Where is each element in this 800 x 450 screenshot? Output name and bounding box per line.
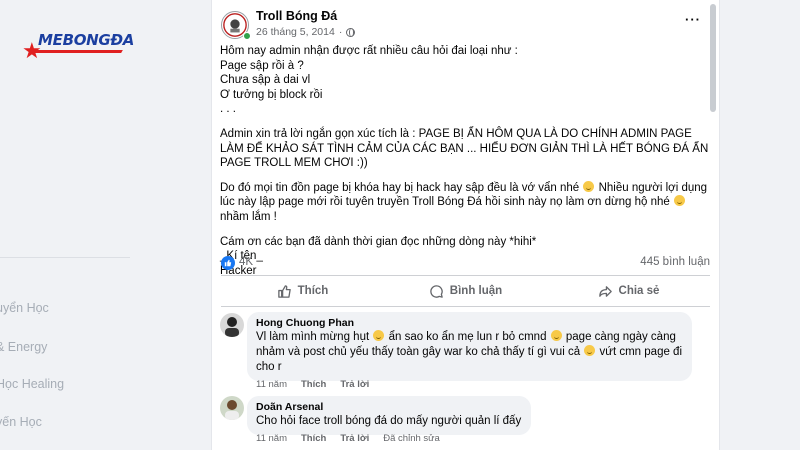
- post-paragraph: Hôm nay admin nhận được rất nhiều câu hỏ…: [220, 45, 518, 116]
- meta-separator: ·: [338, 26, 343, 38]
- sidebar-item[interactable]: Học Healing: [0, 377, 64, 391]
- post-text: nhầm lắm !: [220, 210, 277, 223]
- comment-actions: 11 năm Thích Trả lời: [256, 379, 369, 390]
- comment-reply-button[interactable]: Trả lời: [340, 433, 369, 444]
- comment-bubble: Hong Chuong Phan Vl làm mình mừng hụt ẩn…: [247, 312, 692, 381]
- page-name-link[interactable]: Troll Bóng Đá: [256, 9, 337, 23]
- post-date-link[interactable]: 26 tháng 5, 2014: [256, 26, 335, 38]
- post-actions: Thích Bình luận Chia sẻ: [221, 277, 710, 305]
- share-icon: [598, 285, 612, 297]
- comment-actions: 11 năm Thích Trả lời Đã chỉnh sửa: [256, 433, 440, 444]
- commenter-name-link[interactable]: Hong Chuong Phan: [256, 316, 682, 330]
- grinning-emoji-icon: [583, 180, 595, 192]
- site-logo: ★ MEBONGĐA: [22, 28, 142, 64]
- post-paragraph: Do đó mọi tin đồn page bị khóa hay bị ha…: [220, 180, 715, 225]
- comment-bubble: Doãn Arsenal Cho hỏi face troll bóng đá …: [247, 396, 532, 435]
- comment-reply-button[interactable]: Trả lời: [340, 379, 369, 390]
- comment-time[interactable]: 11 năm: [256, 379, 287, 390]
- wink-emoji-icon: [674, 195, 686, 207]
- comment-icon: [430, 284, 443, 298]
- divider: [221, 306, 710, 307]
- logo-swoosh: [31, 50, 123, 53]
- comment-label: Bình luận: [449, 285, 503, 297]
- share-label: Chia sẻ: [618, 285, 660, 297]
- comment-count-link[interactable]: 445 bình luận: [640, 256, 710, 268]
- sidebar-item[interactable]: yến Học: [0, 415, 42, 429]
- online-status-dot: [243, 32, 251, 40]
- comment-text-part: ẩn sao ko ẩn mẹ lun r bỏ cmnd: [388, 331, 547, 343]
- more-options-button[interactable]: ···: [685, 12, 701, 27]
- smile-emoji-icon: [373, 330, 385, 341]
- smile-emoji-icon: [550, 330, 562, 341]
- sidebar-item[interactable]: & Energy: [0, 340, 47, 354]
- comment-text-part: Vl làm mình mừng hụt: [256, 331, 370, 343]
- post-text: Do đó mọi tin đồn page bị khóa hay bị ha…: [220, 181, 580, 194]
- like-reaction-icon[interactable]: [221, 256, 235, 270]
- divider: [221, 275, 710, 276]
- comment-like-button[interactable]: Thích: [301, 379, 326, 390]
- like-label: Thích: [297, 285, 329, 297]
- post-card: Troll Bóng Đá 26 tháng 5, 2014 · ··· Hôm…: [211, 0, 720, 450]
- logo-text: MEBONGĐA: [38, 31, 135, 49]
- sidebar-item[interactable]: uyển Học: [0, 301, 49, 315]
- thumbs-up-icon: [277, 284, 291, 298]
- edited-label: Đã chỉnh sửa: [383, 433, 440, 444]
- globe-icon: [346, 27, 356, 37]
- comment-button[interactable]: Bình luận: [384, 277, 547, 305]
- comment-text: Vl làm mình mừng hụt ẩn sao ko ẩn mẹ lun…: [256, 330, 682, 375]
- post-body: Hôm nay admin nhận được rất nhiều câu hỏ…: [220, 44, 715, 278]
- comment-like-button[interactable]: Thích: [301, 433, 326, 444]
- commenter-avatar[interactable]: [220, 313, 244, 337]
- post-meta: 26 tháng 5, 2014 ·: [256, 26, 356, 38]
- commenter-name-link[interactable]: Doãn Arsenal: [256, 400, 521, 414]
- commenter-avatar[interactable]: [220, 396, 244, 420]
- smile-emoji-icon: [584, 345, 596, 356]
- reaction-count[interactable]: 4K: [239, 256, 253, 268]
- post-stats: 4K 445 bình luận: [221, 256, 710, 272]
- comment-time[interactable]: 11 năm: [256, 433, 287, 444]
- sidebar-divider: [0, 257, 130, 258]
- like-button[interactable]: Thích: [221, 277, 384, 305]
- post-paragraph: Admin xin trả lời ngắn gọn xúc tích là :…: [220, 127, 709, 170]
- share-button[interactable]: Chia sẻ: [547, 277, 710, 305]
- comment-text: Cho hỏi face troll bóng đá do mấy người …: [256, 415, 522, 427]
